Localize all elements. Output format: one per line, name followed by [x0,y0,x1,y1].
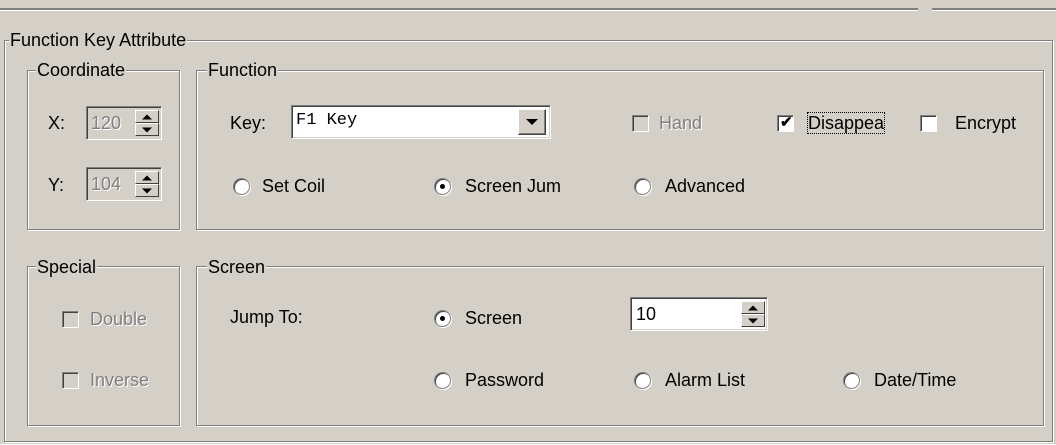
screen-jump-radio[interactable] [434,178,451,195]
screen-number-value: 10 [636,304,657,324]
screen-group [196,266,1044,426]
double-checkbox[interactable] [62,311,79,328]
spin-down-icon [142,188,152,193]
screen-number-spinner[interactable] [741,301,765,327]
special-title: Special [36,257,98,277]
disappear-label[interactable]: Disappea [806,112,886,134]
screen-spin-up-button[interactable] [741,301,765,314]
screen-title: Screen [207,257,267,277]
y-coordinate-field[interactable]: 104 [86,167,162,201]
coordinate-title: Coordinate [36,60,127,80]
alarm-list-radio[interactable] [634,372,651,389]
spin-up-icon [142,175,152,180]
screen-jump-label: Screen Jum [465,176,562,196]
x-coordinate-value: 120 [91,113,122,133]
radio-selected-dot [440,184,445,189]
screen-option-label: Screen [465,308,523,328]
y-label: Y: [48,175,65,195]
top-divider-gap [918,0,932,12]
key-label: Key: [230,113,267,133]
function-key-attribute-title: Function Key Attribute [9,30,188,50]
y-spinner[interactable] [135,171,159,197]
screen-radio[interactable] [434,310,451,327]
key-dropdown-button[interactable] [518,109,546,135]
spin-up-icon [142,114,152,119]
screen-number-field[interactable]: 10 [630,297,768,331]
password-radio[interactable] [434,372,451,389]
top-divider [0,8,918,11]
inverse-label: Inverse [90,370,150,390]
y-spin-down-button[interactable] [135,184,159,197]
disappear-checkbox[interactable]: ✔ [777,114,794,132]
set-coil-radio[interactable] [233,178,250,195]
password-label: Password [465,370,545,390]
set-coil-label: Set Coil [262,176,326,196]
x-spin-down-button[interactable] [135,123,159,136]
hand-label: Hand [659,113,703,133]
special-group [27,266,180,426]
key-select-value: F1 Key [296,111,358,130]
coordinate-group [27,70,180,230]
jump-to-label: Jump To: [230,307,303,327]
key-select[interactable]: F1 Key [291,105,551,139]
encrypt-checkbox[interactable] [920,115,937,132]
double-label: Double [90,309,148,329]
x-spinner[interactable] [135,110,159,136]
spin-down-icon [142,127,152,132]
function-group [196,70,1044,230]
spin-down-icon [748,318,758,323]
encrypt-label: Encrypt [955,113,1017,133]
screen-spin-down-button[interactable] [741,314,765,327]
date-time-label: Date/Time [874,370,957,390]
alarm-list-label: Alarm List [665,370,746,390]
y-spin-up-button[interactable] [135,171,159,184]
dropdown-arrow-icon [526,119,538,125]
function-title: Function [207,60,279,80]
x-coordinate-field[interactable]: 120 [86,106,162,140]
checkmark-icon: ✔ [780,114,793,131]
x-spin-up-button[interactable] [135,110,159,123]
date-time-radio[interactable] [843,372,860,389]
spin-up-icon [748,305,758,310]
x-label: X: [48,113,66,133]
top-divider-right [932,8,1056,11]
hand-checkbox[interactable] [632,115,649,132]
radio-selected-dot [440,316,445,321]
advanced-radio[interactable] [634,178,651,195]
y-coordinate-value: 104 [91,174,122,194]
advanced-label: Advanced [665,176,746,196]
inverse-checkbox[interactable] [62,372,79,389]
